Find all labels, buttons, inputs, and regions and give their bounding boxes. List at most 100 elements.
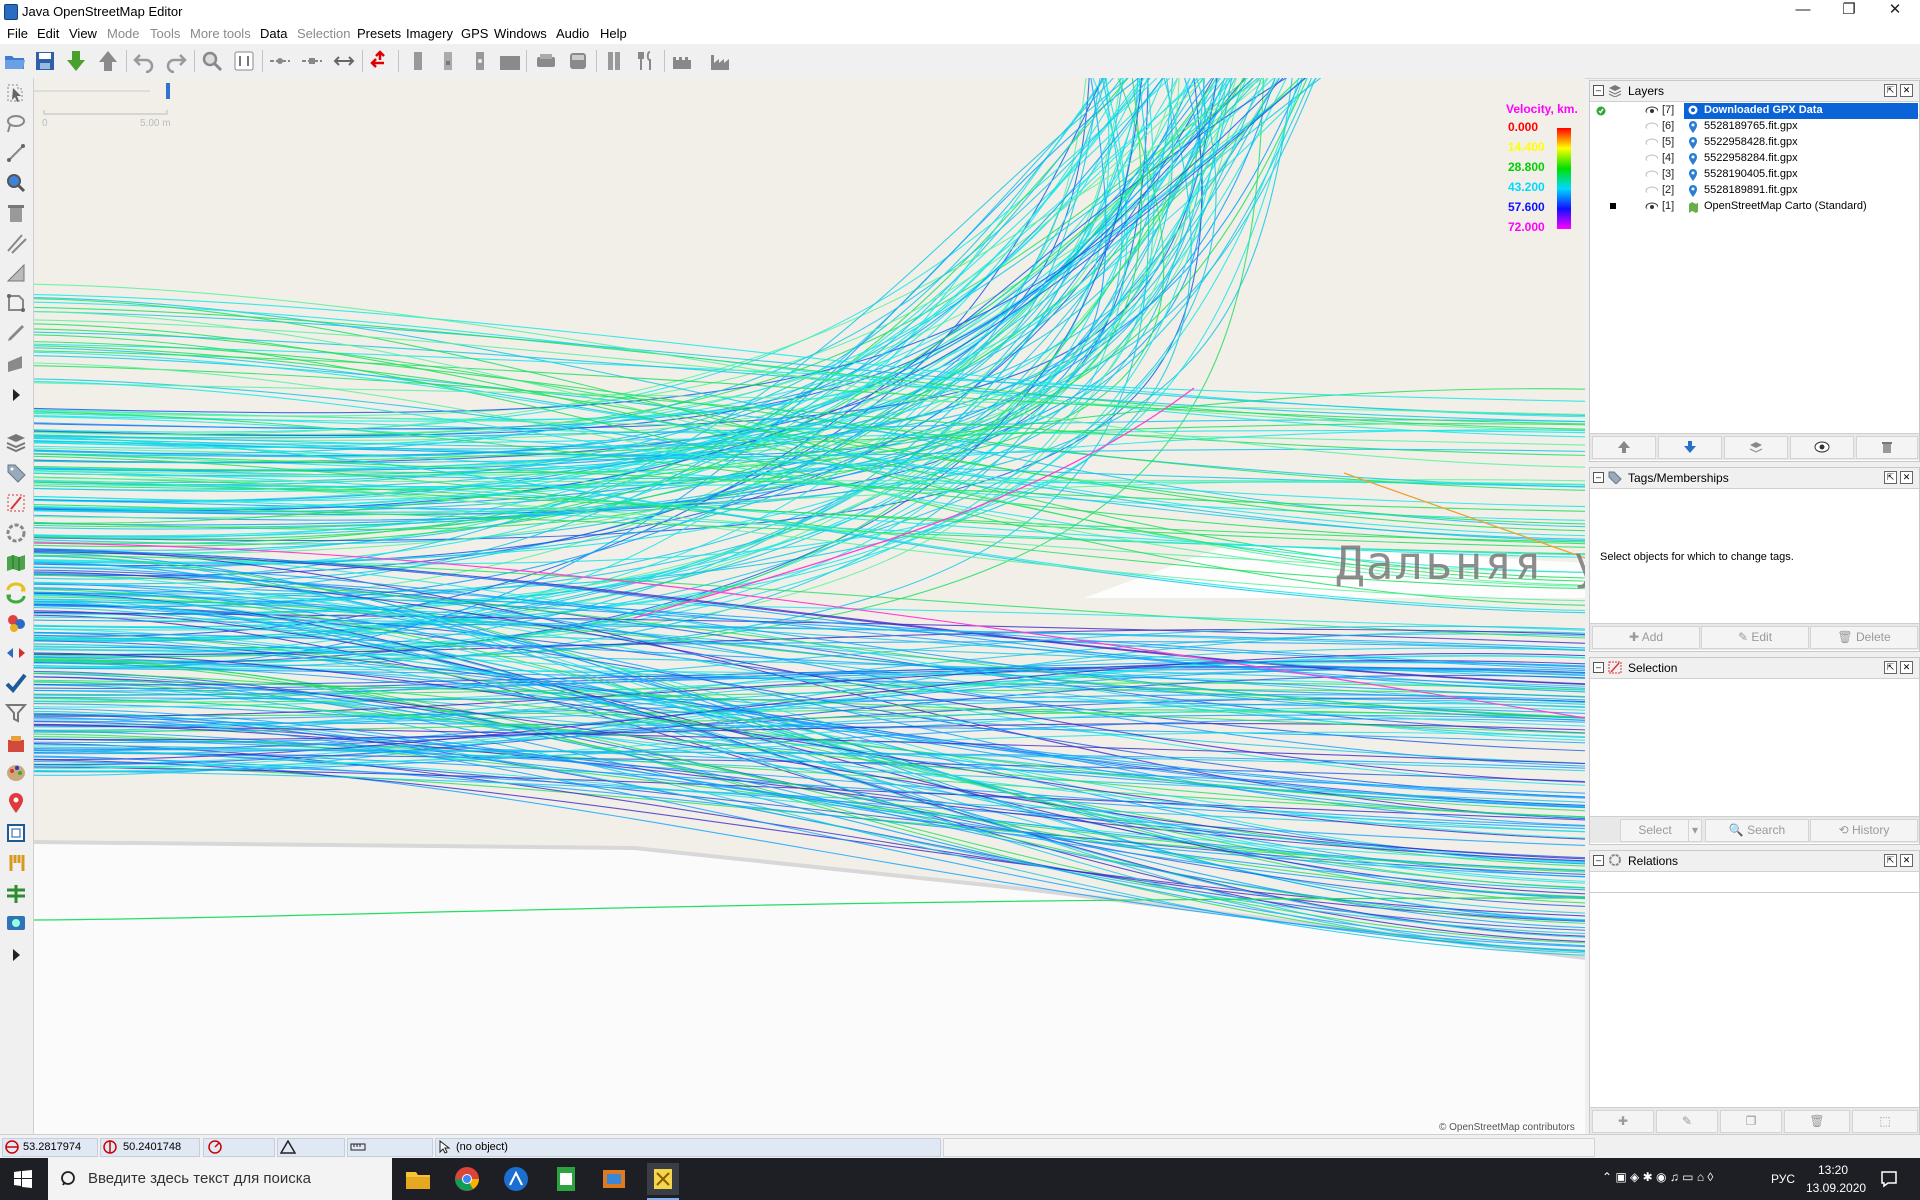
- collapse-toggle-icon[interactable]: –: [1593, 662, 1604, 673]
- layer-row[interactable]: [6] 5528189765.fit.gpx: [1590, 119, 1919, 135]
- pencil-icon[interactable]: [5, 322, 27, 344]
- edit-tag-button[interactable]: ✎ Edit: [1701, 626, 1809, 649]
- zoom-icon[interactable]: [200, 49, 224, 73]
- notes-icon[interactable]: [5, 792, 27, 814]
- undock-icon[interactable]: ⇱: [1884, 471, 1897, 484]
- download-icon[interactable]: [64, 49, 88, 73]
- undo-icon[interactable]: [132, 49, 156, 74]
- selection-toggle-icon[interactable]: [5, 492, 27, 514]
- map-view[interactable]: 0 5.00 m Дальняя у © OpenStreetMap contr…: [34, 78, 1585, 1134]
- move-down-button[interactable]: [1658, 436, 1722, 459]
- menu-mode[interactable]: Mode: [107, 26, 140, 41]
- preset-area-icon[interactable]: [498, 49, 522, 73]
- layer-row[interactable]: [3] 5528190405.fit.gpx: [1590, 167, 1919, 183]
- menu-gps[interactable]: GPS: [461, 26, 488, 41]
- collapse-toggle-icon[interactable]: –: [1593, 85, 1604, 96]
- chrome-icon[interactable]: [451, 1163, 483, 1195]
- file-explorer-icon[interactable]: [402, 1163, 434, 1195]
- menu-selection[interactable]: Selection: [297, 26, 350, 41]
- menu-view[interactable]: View: [69, 26, 97, 41]
- panel-close-icon[interactable]: ✕: [1900, 471, 1913, 484]
- preferences-icon[interactable]: [232, 49, 256, 73]
- menu-imagery[interactable]: Imagery: [406, 26, 453, 41]
- layers-toggle-icon[interactable]: [5, 432, 27, 454]
- notifications-icon[interactable]: [1880, 1170, 1898, 1191]
- reverse-way-icon[interactable]: [332, 49, 356, 73]
- author-icon[interactable]: [5, 612, 27, 634]
- duplicate-relation-button[interactable]: ❐: [1720, 1110, 1782, 1133]
- select-button[interactable]: Select: [1620, 819, 1690, 842]
- preset-car-icon[interactable]: [534, 49, 558, 73]
- conflict-icon[interactable]: [5, 582, 27, 604]
- history-button[interactable]: ⟲ History: [1810, 819, 1918, 842]
- split-way-icon[interactable]: [268, 49, 292, 73]
- commands-icon[interactable]: [5, 642, 27, 664]
- toggle-visibility-button[interactable]: [1790, 436, 1854, 459]
- extrude-mode-icon[interactable]: [5, 292, 27, 314]
- expand-arrow-bottom-icon[interactable]: [5, 944, 27, 966]
- expand-arrow-icon[interactable]: [5, 384, 27, 406]
- undock-icon[interactable]: ⇱: [1884, 854, 1897, 867]
- new-relation-button[interactable]: ✚: [1592, 1110, 1654, 1133]
- measurement-icon[interactable]: [5, 882, 27, 904]
- improve-way-icon[interactable]: [5, 262, 27, 284]
- minimize-button[interactable]: —: [1780, 0, 1826, 22]
- menu-file[interactable]: File: [7, 26, 28, 41]
- select-mode-icon[interactable]: [5, 82, 27, 104]
- visibility-eye-icon[interactable]: [1645, 202, 1658, 210]
- photo-app-icon[interactable]: [598, 1163, 630, 1195]
- layer-row[interactable]: [7] Downloaded GPX Data: [1590, 103, 1919, 119]
- panel-close-icon[interactable]: ✕: [1900, 854, 1913, 867]
- menu-tools[interactable]: Tools: [150, 26, 180, 41]
- maximize-button[interactable]: ❐: [1826, 0, 1872, 22]
- visibility-eye-off-icon[interactable]: [1645, 170, 1658, 178]
- collapse-toggle-icon[interactable]: –: [1593, 472, 1604, 483]
- relations-toggle-icon[interactable]: [5, 522, 27, 544]
- visibility-eye-off-icon[interactable]: [1645, 138, 1658, 146]
- minimap-icon[interactable]: [5, 822, 27, 844]
- attribution[interactable]: © OpenStreetMap contributors: [1439, 1122, 1575, 1133]
- combine-way-icon[interactable]: [300, 49, 324, 73]
- delete-layer-button[interactable]: [1856, 436, 1918, 459]
- menu-audio[interactable]: Audio: [556, 26, 589, 41]
- layer-row[interactable]: [2] 5528189891.fit.gpx: [1590, 183, 1919, 199]
- map-style-icon[interactable]: [5, 762, 27, 784]
- redo-icon[interactable]: [164, 49, 188, 74]
- upload-icon[interactable]: [96, 49, 120, 73]
- preset-restaurant-icon[interactable]: [634, 49, 658, 73]
- visibility-eye-off-icon[interactable]: [1645, 122, 1658, 130]
- imagery-icon[interactable]: [5, 912, 27, 934]
- tools-icon[interactable]: [5, 852, 27, 874]
- panel-close-icon[interactable]: ✕: [1900, 84, 1913, 97]
- draw-mode-icon[interactable]: [5, 142, 27, 164]
- layer-row[interactable]: [5] 5522958428.fit.gpx: [1590, 135, 1919, 151]
- menu-more-tools[interactable]: More tools: [190, 26, 251, 41]
- filter-icon[interactable]: [4, 702, 28, 724]
- delete-tag-button[interactable]: 🗑 Delete: [1810, 626, 1918, 649]
- preset-toilets-icon[interactable]: [602, 49, 626, 73]
- layer-row[interactable]: [4] 5522958284.fit.gpx: [1590, 151, 1919, 167]
- delete-mode-icon[interactable]: [5, 202, 27, 224]
- relations-filter-input[interactable]: [1590, 872, 1919, 893]
- app-blue-icon[interactable]: [500, 1163, 532, 1195]
- menu-windows[interactable]: Windows: [494, 26, 547, 41]
- preset-building-icon[interactable]: [406, 49, 430, 73]
- visibility-eye-off-icon[interactable]: [1645, 154, 1658, 162]
- layer-row[interactable]: [1] OpenStreetMap Carto (Standard): [1590, 199, 1919, 215]
- delete-relation-button[interactable]: 🗑: [1784, 1110, 1850, 1133]
- menu-data[interactable]: Data: [260, 26, 287, 41]
- zoom-mode-icon[interactable]: [5, 172, 27, 194]
- language-indicator[interactable]: РУС: [1771, 1172, 1795, 1186]
- select-dropdown-icon[interactable]: ▾: [1688, 819, 1702, 842]
- add-tag-button[interactable]: ✚ Add: [1592, 626, 1700, 649]
- preset-entrance-icon[interactable]: [468, 49, 492, 73]
- tags-toggle-icon[interactable]: [5, 462, 27, 484]
- preset-industrial-icon[interactable]: [708, 49, 732, 73]
- windows-start-icon[interactable]: [14, 1170, 32, 1191]
- move-up-button[interactable]: [1592, 436, 1656, 459]
- clock-date[interactable]: 13.09.2020: [1806, 1181, 1866, 1195]
- validation-icon[interactable]: [5, 672, 27, 694]
- collapse-toggle-icon[interactable]: –: [1593, 855, 1604, 866]
- area-icon[interactable]: [5, 352, 27, 374]
- taskbar-search-box[interactable]: Введите здесь текст для поиска: [48, 1158, 392, 1200]
